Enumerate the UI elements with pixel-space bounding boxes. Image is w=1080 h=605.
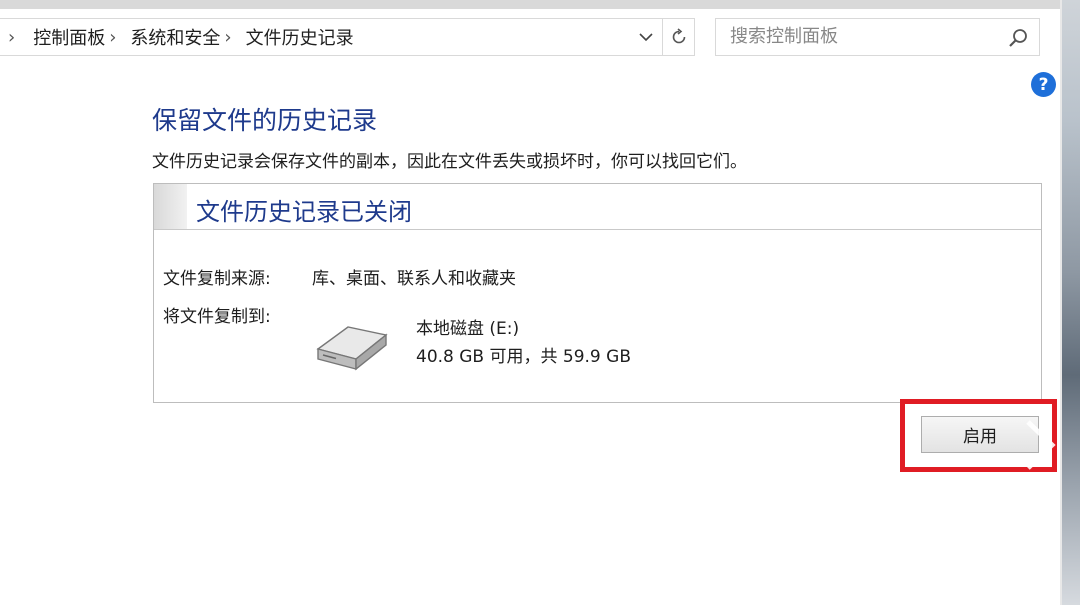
help-icon[interactable]: ? xyxy=(1031,72,1056,97)
panel-header: 文件历史记录已关闭 xyxy=(154,184,1041,230)
breadcrumb: › 控制面板 › 系统和安全 › 文件历史记录 xyxy=(8,19,354,55)
source-value: 库、桌面、联系人和收藏夹 xyxy=(312,269,516,289)
chevron-right-icon[interactable]: › xyxy=(109,27,116,48)
page-description: 文件历史记录会保存文件的副本，因此在文件丢失或损坏时，你可以找回它们。 xyxy=(152,152,747,172)
target-label: 将文件复制到: xyxy=(163,307,271,327)
chevron-right-icon[interactable]: › xyxy=(8,27,15,48)
breadcrumb-item-file-history[interactable]: 文件历史记录 xyxy=(246,24,354,50)
desktop-background-edge xyxy=(1060,0,1080,605)
chevron-right-icon[interactable]: › xyxy=(224,27,231,48)
file-history-status-panel: 文件历史记录已关闭 文件复制来源: 库、桌面、联系人和收藏夹 将文件复制到: 本… xyxy=(153,183,1042,403)
breadcrumb-item-system-security[interactable]: 系统和安全 xyxy=(130,24,220,50)
drive-icon xyxy=(316,326,388,371)
search-icon[interactable] xyxy=(1007,27,1029,49)
refresh-button[interactable] xyxy=(663,18,695,56)
refresh-icon xyxy=(672,28,685,44)
breadcrumb-item-control-panel[interactable]: 控制面板 xyxy=(33,24,105,50)
chevron-down-icon xyxy=(639,33,653,42)
source-label: 文件复制来源: xyxy=(163,269,271,289)
address-dropdown-button[interactable] xyxy=(636,19,656,55)
search-box[interactable]: 搜索控制面板 xyxy=(715,18,1040,56)
page-title: 保留文件的历史记录 xyxy=(152,106,378,135)
panel-header-stripe xyxy=(154,184,187,229)
status-title: 文件历史记录已关闭 xyxy=(196,198,412,226)
chevron-right-icon xyxy=(1026,420,1056,470)
window-top-edge xyxy=(0,0,1060,9)
drive-name: 本地磁盘 (E:) xyxy=(416,319,520,339)
drive-space: 40.8 GB 可用，共 59.9 GB xyxy=(416,347,631,367)
search-input[interactable]: 搜索控制面板 xyxy=(730,19,838,55)
address-bar[interactable]: › 控制面板 › 系统和安全 › 文件历史记录 xyxy=(0,18,663,56)
